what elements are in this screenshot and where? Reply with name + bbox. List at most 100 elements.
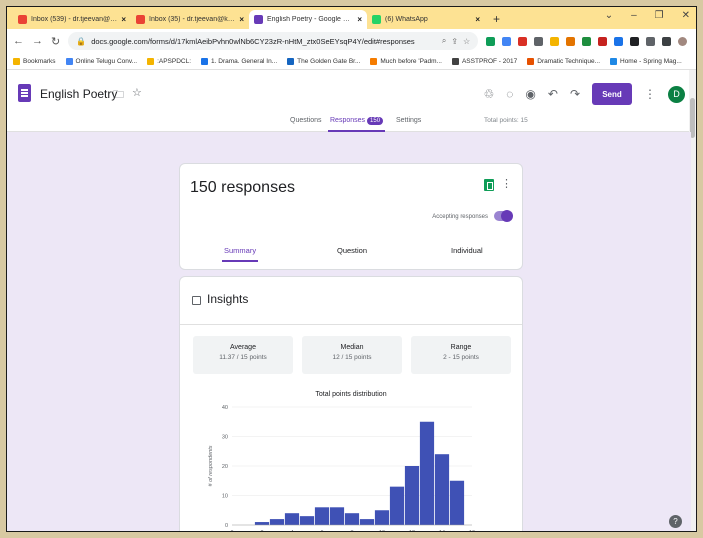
extension-icon[interactable] — [486, 36, 496, 46]
browser-tab-title: Inbox (539) - dr.tjeevan@gmail.c — [31, 16, 117, 23]
undo-icon[interactable]: ↶ — [548, 87, 558, 101]
histogram-bar — [419, 421, 435, 525]
profile-avatar[interactable] — [678, 36, 688, 46]
side-panel-icon[interactable] — [662, 36, 672, 46]
browser-tab[interactable]: Inbox (539) - dr.tjeevan@gmail.c × — [13, 10, 131, 29]
tab-favicon-icon — [18, 15, 27, 24]
redo-icon[interactable]: ↷ — [570, 87, 580, 101]
subtab-question[interactable]: Question — [337, 246, 367, 255]
browser-tab[interactable]: English Poetry - Google Forms × — [249, 10, 367, 29]
bookmark-item[interactable]: Much before 'Padm... — [370, 57, 442, 65]
bookmark-label: The Golden Gate Br... — [297, 57, 361, 65]
sheets-icon[interactable] — [484, 179, 494, 191]
maximize-icon[interactable]: ❐ — [655, 10, 664, 21]
customize-theme-icon[interactable]: ♲ — [483, 87, 494, 101]
title-actions: 🗀 ☆ — [113, 86, 142, 105]
bookmark-item[interactable]: Dramatic Technique... — [527, 57, 600, 65]
more-options-icon[interactable]: ⋮ — [644, 87, 656, 101]
extension-icon[interactable] — [550, 36, 560, 46]
x-tick-label: 14 — [439, 530, 445, 532]
folder-icon[interactable]: 🗀 — [113, 86, 124, 105]
puzzle-icon[interactable] — [630, 36, 640, 46]
tab-responses[interactable]: Responses 150 — [327, 117, 386, 132]
extension-icon[interactable] — [502, 36, 512, 46]
extension-icon[interactable] — [566, 36, 576, 46]
tab-search-icon[interactable]: ⌄ — [605, 10, 613, 21]
x-tick-label: 16 — [469, 530, 475, 532]
extension-icon[interactable] — [614, 36, 624, 46]
share-icon[interactable]: ⇪ — [451, 37, 458, 46]
y-tick-label: 30 — [222, 435, 228, 441]
x-tick-label: 12 — [409, 530, 415, 532]
total-points: Total points: 15 — [484, 117, 528, 124]
reading-list-icon[interactable] — [646, 36, 656, 46]
extension-icon[interactable] — [582, 36, 592, 46]
star-icon[interactable]: ☆ — [132, 86, 142, 105]
extension-icon[interactable] — [534, 36, 544, 46]
preview-eye-icon[interactable]: ◉ — [525, 87, 535, 101]
insights-title: Insights — [207, 292, 249, 306]
bookmark-item[interactable]: The Golden Gate Br... — [287, 57, 361, 65]
bookmark-item[interactable]: ASSTPROF - 2017 — [451, 57, 517, 65]
form-content-area: 150 responses ⋮ Accepting responses Summ… — [7, 132, 691, 532]
bookmark-label: Bookmarks — [23, 57, 56, 65]
forms-logo-icon[interactable] — [18, 84, 31, 102]
send-button[interactable]: Send — [592, 83, 632, 105]
form-title[interactable]: English Poetry — [40, 87, 117, 101]
bookmark-favicon-icon — [610, 57, 617, 65]
extensions-bar: ⋮ — [486, 36, 696, 47]
minimize-icon[interactable]: – — [631, 10, 637, 21]
close-tab-icon[interactable]: × — [121, 15, 126, 24]
histogram-bar — [299, 516, 315, 525]
tab-settings[interactable]: Settings — [396, 117, 421, 124]
extension-icon[interactable] — [598, 36, 608, 46]
browser-tab[interactable]: (6) WhatsApp × — [367, 10, 485, 29]
browser-tab-title: (6) WhatsApp — [385, 16, 428, 23]
browser-tab-title: English Poetry - Google Forms — [267, 16, 354, 23]
close-tab-icon[interactable]: × — [357, 15, 362, 24]
url-field[interactable]: 🔒 docs.google.com/forms/d/17kmlAeibPvhn0… — [68, 32, 479, 50]
form-tabs: Questions Responses 150 Settings Total po… — [7, 115, 691, 132]
back-icon[interactable]: ← — [13, 35, 24, 47]
extension-icon[interactable] — [518, 36, 528, 46]
accepting-responses-toggle[interactable] — [494, 210, 513, 222]
y-tick-label: 40 — [222, 405, 228, 411]
stat-label: Range — [450, 344, 472, 351]
url-text: docs.google.com/forms/d/17kmlAeibPvhn0wl… — [91, 36, 415, 46]
x-tick-label: 0 — [230, 530, 233, 532]
bookmark-label: Online Telugu Conv... — [75, 57, 138, 65]
bookmark-item[interactable]: Bookmarks — [13, 57, 56, 65]
header-actions: ♲ ◌ ◉ ↶ ↷ Send ⋮ D — [483, 83, 685, 105]
search-icon[interactable]: ⌕ — [442, 36, 446, 46]
stat-value: 11.37 / 15 points — [219, 354, 267, 361]
screenshot-frame: Inbox (539) - dr.tjeevan@gmail.c×Inbox (… — [6, 6, 697, 532]
x-tick-label: 10 — [379, 530, 385, 532]
bookmark-label: Home - Spring Mag... — [620, 57, 682, 65]
kebab-menu-icon[interactable]: ⋮ — [694, 36, 696, 47]
subtab-individual[interactable]: Individual — [451, 246, 483, 255]
bookmark-star-icon[interactable]: ☆ — [463, 37, 470, 46]
close-window-icon[interactable]: ✕ — [682, 10, 690, 21]
bookmark-item[interactable]: 1. Drama. General In... — [201, 57, 277, 65]
close-tab-icon[interactable]: × — [475, 15, 480, 24]
browser-tab[interactable]: Inbox (35) - dr.tjeevan@khgdcdo× — [131, 10, 249, 29]
tab-questions[interactable]: Questions — [290, 117, 322, 124]
responses-card: 150 responses ⋮ Accepting responses Summ… — [179, 163, 523, 270]
bookmark-item[interactable]: :APSPDCL: — [147, 57, 191, 65]
close-tab-icon[interactable]: × — [239, 15, 244, 24]
histogram-bar — [254, 522, 270, 525]
reload-icon[interactable]: ↻ — [51, 35, 60, 48]
browser-tab-bar: Inbox (539) - dr.tjeevan@gmail.c×Inbox (… — [7, 7, 696, 29]
help-icon[interactable]: ? — [669, 515, 682, 528]
bookmark-item[interactable]: Home - Spring Mag... — [610, 57, 682, 65]
palette-icon[interactable]: ◌ — [506, 87, 513, 101]
bookmark-label: Dramatic Technique... — [537, 57, 600, 65]
subtab-summary[interactable]: Summary — [221, 246, 259, 262]
more-vert-icon[interactable]: ⋮ — [501, 177, 512, 190]
chart-title: Total points distribution — [315, 391, 387, 398]
account-avatar[interactable]: D — [668, 85, 685, 103]
tab-favicon-icon — [136, 15, 145, 24]
new-tab-button[interactable]: + — [485, 10, 508, 29]
forward-icon[interactable]: → — [32, 35, 43, 47]
bookmark-item[interactable]: Online Telugu Conv... — [65, 57, 138, 65]
